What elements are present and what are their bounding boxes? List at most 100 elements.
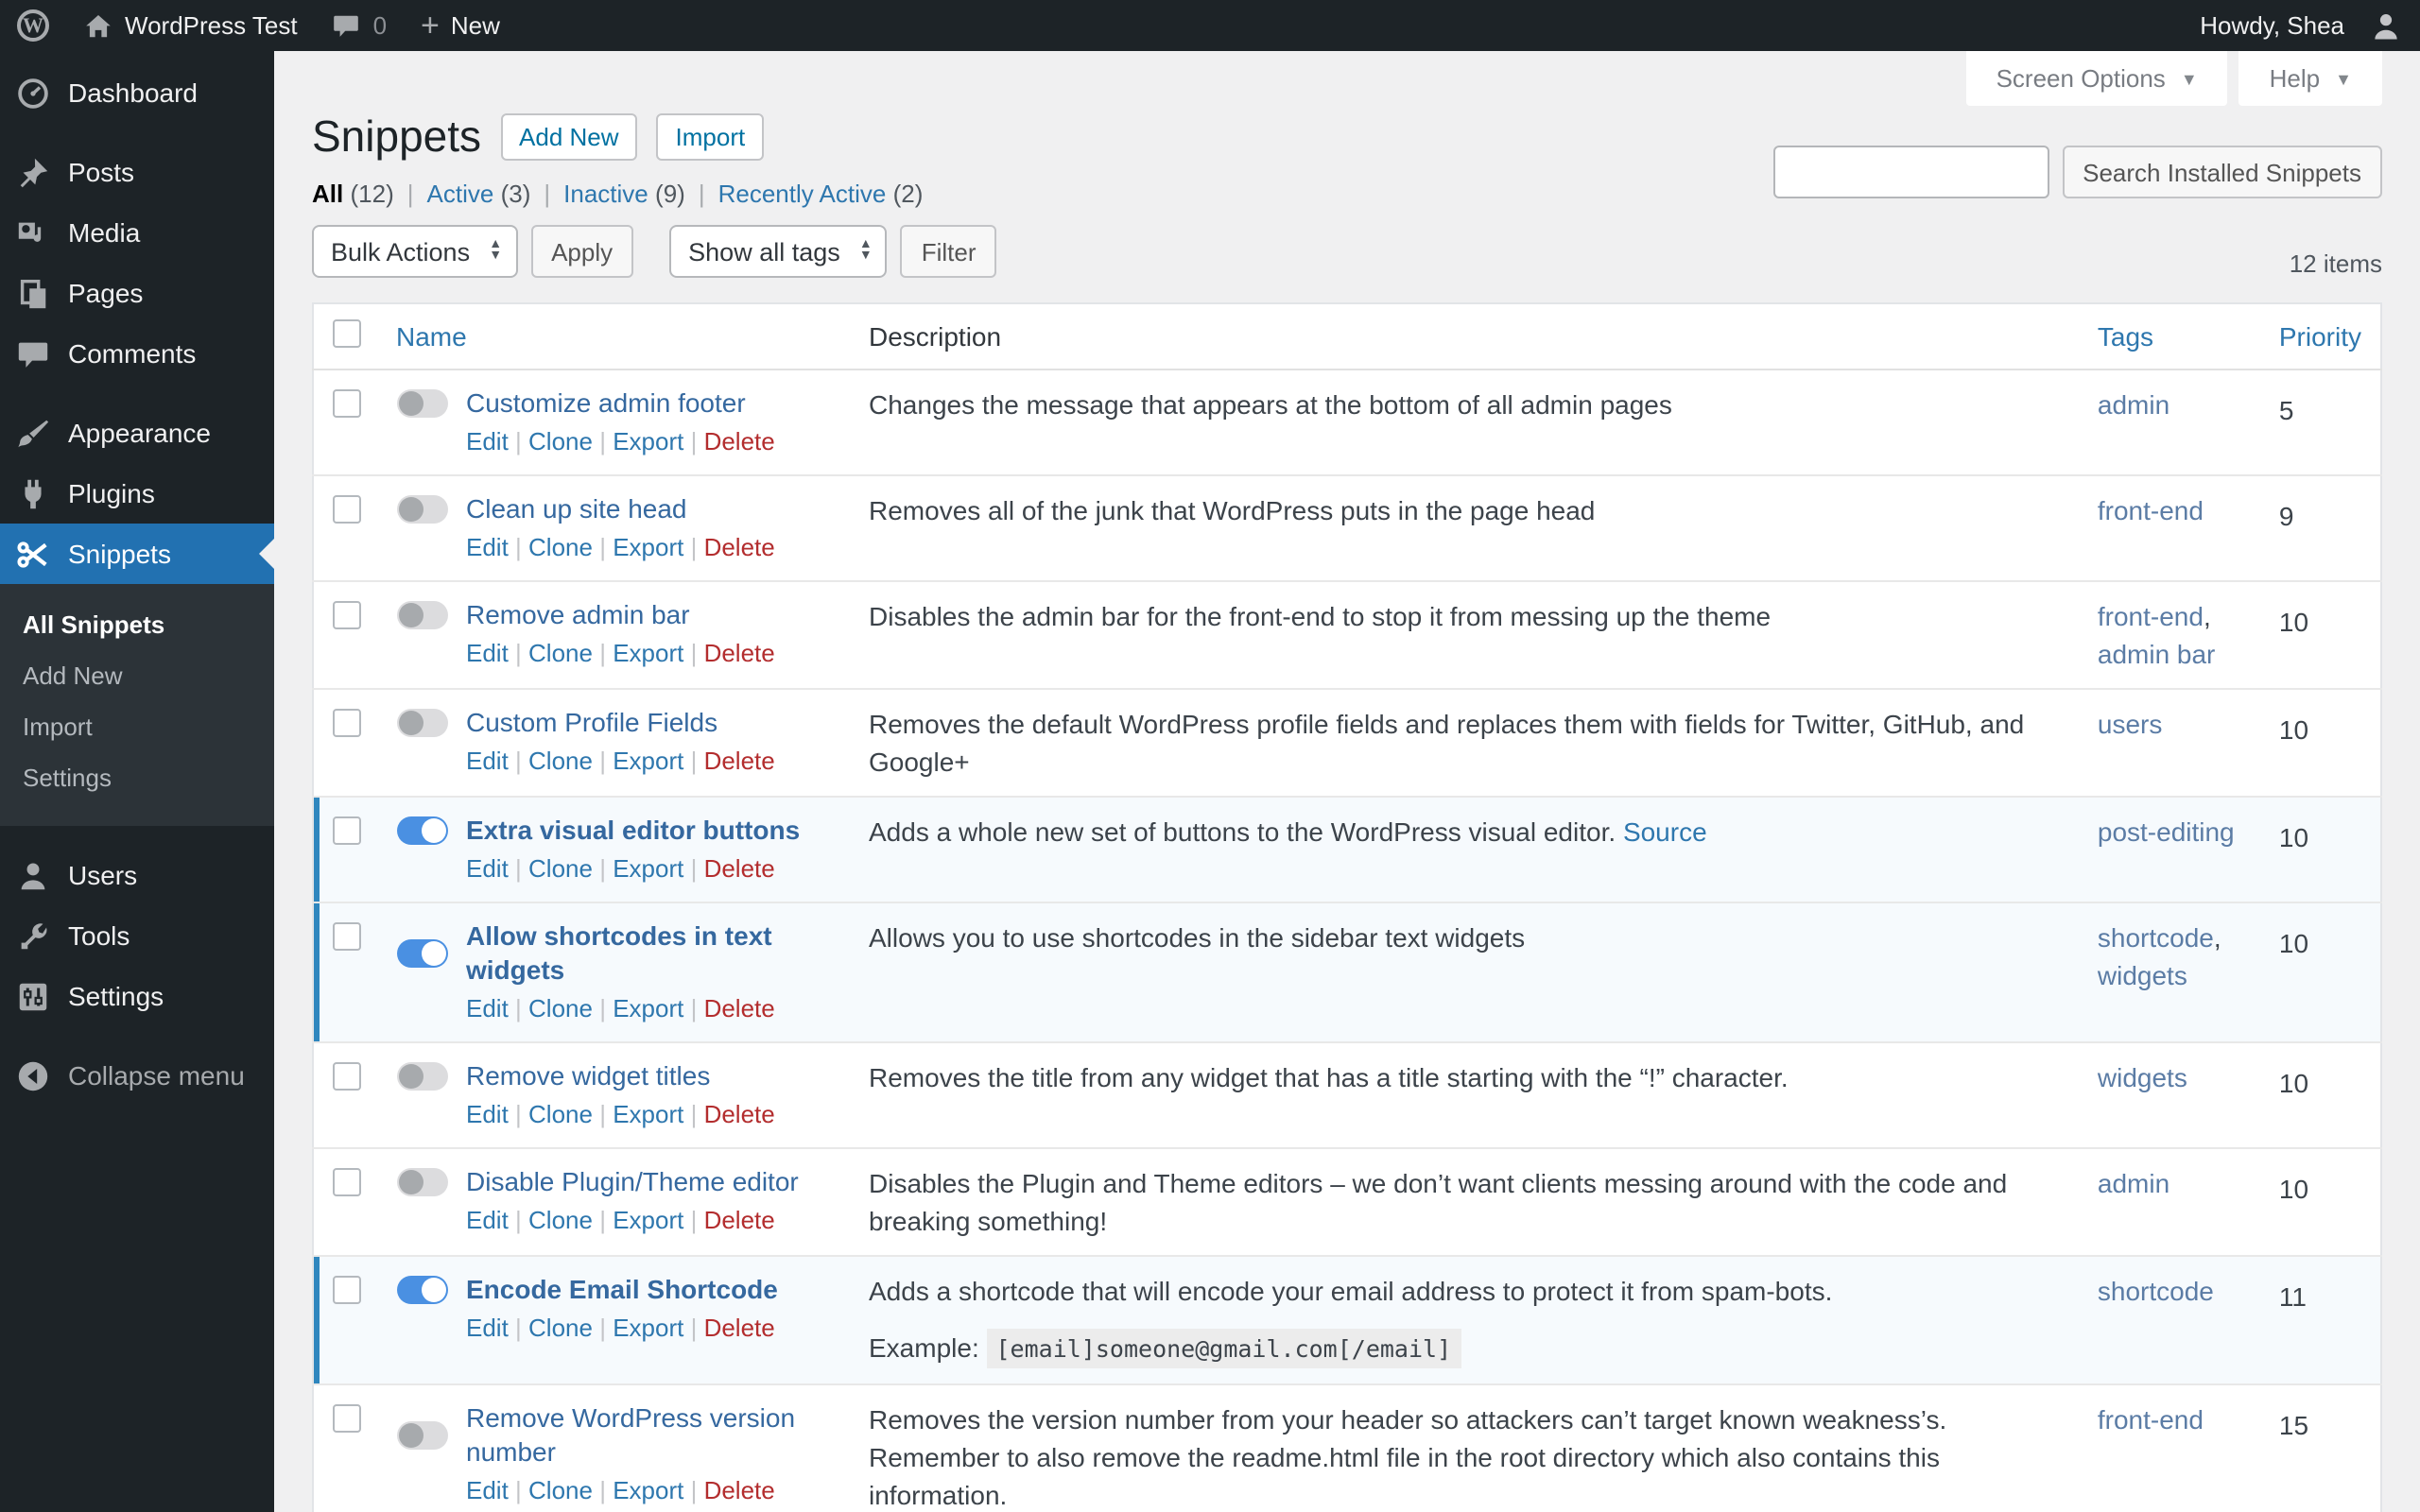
edit-link[interactable]: Edit (466, 1206, 528, 1234)
export-link[interactable]: Export (613, 639, 703, 667)
sidebar-item-snippets[interactable]: Snippets (0, 524, 274, 584)
submenu-import[interactable]: Import (0, 701, 274, 752)
snippet-name-link[interactable]: Remove admin bar (466, 597, 690, 631)
export-link[interactable]: Export (613, 994, 703, 1022)
tag-link[interactable]: front-end (2098, 601, 2204, 631)
tag-link[interactable]: widgets (2098, 1062, 2187, 1092)
search-submit-button[interactable]: Search Installed Snippets (2062, 146, 2382, 198)
edit-link[interactable]: Edit (466, 747, 528, 775)
snippet-name-link[interactable]: Allow shortcodes in text widgets (466, 919, 831, 987)
collapse-menu-button[interactable]: Collapse menu (0, 1045, 274, 1106)
clone-link[interactable]: Clone (528, 994, 613, 1022)
sidebar-item-comments[interactable]: Comments (0, 323, 274, 384)
sidebar-item-appearance[interactable]: Appearance (0, 403, 274, 463)
edit-link[interactable]: Edit (466, 639, 528, 667)
site-name-menu[interactable]: WordPress Test (66, 0, 315, 51)
submenu-settings[interactable]: Settings (0, 752, 274, 803)
snippet-name-link[interactable]: Custom Profile Fields (466, 705, 717, 739)
activation-toggle[interactable] (396, 1420, 447, 1449)
tag-link[interactable]: users (2098, 709, 2162, 739)
tag-link[interactable]: widgets (2098, 960, 2187, 990)
row-checkbox[interactable] (333, 1062, 361, 1091)
export-link[interactable]: Export (613, 1476, 703, 1504)
sidebar-item-media[interactable]: Media (0, 202, 274, 263)
activation-toggle[interactable] (396, 600, 447, 628)
source-link[interactable]: Source (1623, 816, 1707, 847)
export-link[interactable]: Export (613, 1100, 703, 1128)
tags-filter-select[interactable]: Show all tags ▲ ▼ (669, 225, 888, 278)
snippet-name-link[interactable]: Extra visual editor buttons (466, 813, 800, 847)
filter-active[interactable]: Active (3) (427, 180, 531, 208)
delete-link[interactable]: Delete (704, 1100, 775, 1128)
edit-link[interactable]: Edit (466, 994, 528, 1022)
activation-toggle[interactable] (396, 938, 447, 967)
snippet-name-link[interactable]: Remove WordPress version number (466, 1400, 831, 1469)
export-link[interactable]: Export (613, 854, 703, 883)
clone-link[interactable]: Clone (528, 639, 613, 667)
tag-link[interactable]: admin (2098, 389, 2169, 420)
tag-link[interactable]: front-end (2098, 1404, 2204, 1435)
submenu-add-new[interactable]: Add New (0, 650, 274, 701)
row-checkbox[interactable] (333, 1404, 361, 1433)
clone-link[interactable]: Clone (528, 427, 613, 455)
clone-link[interactable]: Clone (528, 1100, 613, 1128)
my-account-menu[interactable]: Howdy, Shea (2183, 0, 2420, 51)
comments-shortcut[interactable]: 0 (315, 0, 404, 51)
export-link[interactable]: Export (613, 747, 703, 775)
delete-link[interactable]: Delete (704, 427, 775, 455)
delete-link[interactable]: Delete (704, 1314, 775, 1342)
row-checkbox[interactable] (333, 922, 361, 951)
sidebar-item-dashboard[interactable]: Dashboard (0, 62, 274, 123)
submenu-all-snippets[interactable]: All Snippets (0, 599, 274, 650)
snippet-name-link[interactable]: Encode Email Shortcode (466, 1272, 778, 1306)
export-link[interactable]: Export (613, 427, 703, 455)
tag-link[interactable]: admin (2098, 1168, 2169, 1198)
sidebar-item-tools[interactable]: Tools (0, 905, 274, 966)
filter-inactive[interactable]: Inactive (9) (563, 180, 685, 208)
sidebar-item-settings[interactable]: Settings (0, 966, 274, 1026)
apply-button[interactable]: Apply (530, 225, 634, 278)
sidebar-item-posts[interactable]: Posts (0, 142, 274, 202)
activation-toggle[interactable] (396, 388, 447, 417)
delete-link[interactable]: Delete (704, 1476, 775, 1504)
row-checkbox[interactable] (333, 1276, 361, 1304)
tag-link[interactable]: post-editing (2098, 816, 2235, 847)
new-content-menu[interactable]: + New (404, 0, 517, 51)
row-checkbox[interactable] (333, 816, 361, 845)
snippet-name-link[interactable]: Remove widget titles (466, 1058, 710, 1092)
clone-link[interactable]: Clone (528, 1206, 613, 1234)
activation-toggle[interactable] (396, 1275, 447, 1303)
delete-link[interactable]: Delete (704, 639, 775, 667)
export-link[interactable]: Export (613, 1206, 703, 1234)
export-link[interactable]: Export (613, 533, 703, 561)
select-all-checkbox[interactable] (333, 319, 361, 348)
row-checkbox[interactable] (333, 389, 361, 418)
filter-button[interactable]: Filter (900, 225, 997, 278)
bulk-actions-select[interactable]: Bulk Actions ▲ ▼ (312, 225, 518, 278)
edit-link[interactable]: Edit (466, 427, 528, 455)
snippet-name-link[interactable]: Customize admin footer (466, 386, 746, 420)
snippet-name-link[interactable]: Disable Plugin/Theme editor (466, 1164, 799, 1198)
screen-options-tab[interactable]: Screen Options ▼ (1965, 51, 2228, 106)
activation-toggle[interactable] (396, 494, 447, 523)
sidebar-item-users[interactable]: Users (0, 845, 274, 905)
activation-toggle[interactable] (396, 1167, 447, 1195)
tag-link[interactable]: shortcode (2098, 1276, 2214, 1306)
activation-toggle[interactable] (396, 1061, 447, 1090)
activation-toggle[interactable] (396, 708, 447, 736)
sidebar-item-plugins[interactable]: Plugins (0, 463, 274, 524)
edit-link[interactable]: Edit (466, 1476, 528, 1504)
clone-link[interactable]: Clone (528, 747, 613, 775)
edit-link[interactable]: Edit (466, 854, 528, 883)
filter-recently-active[interactable]: Recently Active (2) (718, 180, 924, 208)
sort-by-priority[interactable]: Priority (2279, 321, 2361, 352)
edit-link[interactable]: Edit (466, 1314, 528, 1342)
wordpress-logo-menu[interactable]: W (0, 0, 66, 51)
clone-link[interactable]: Clone (528, 1314, 613, 1342)
delete-link[interactable]: Delete (704, 994, 775, 1022)
clone-link[interactable]: Clone (528, 533, 613, 561)
export-link[interactable]: Export (613, 1314, 703, 1342)
row-checkbox[interactable] (333, 601, 361, 629)
sort-by-name[interactable]: Name (396, 321, 467, 352)
clone-link[interactable]: Clone (528, 1476, 613, 1504)
